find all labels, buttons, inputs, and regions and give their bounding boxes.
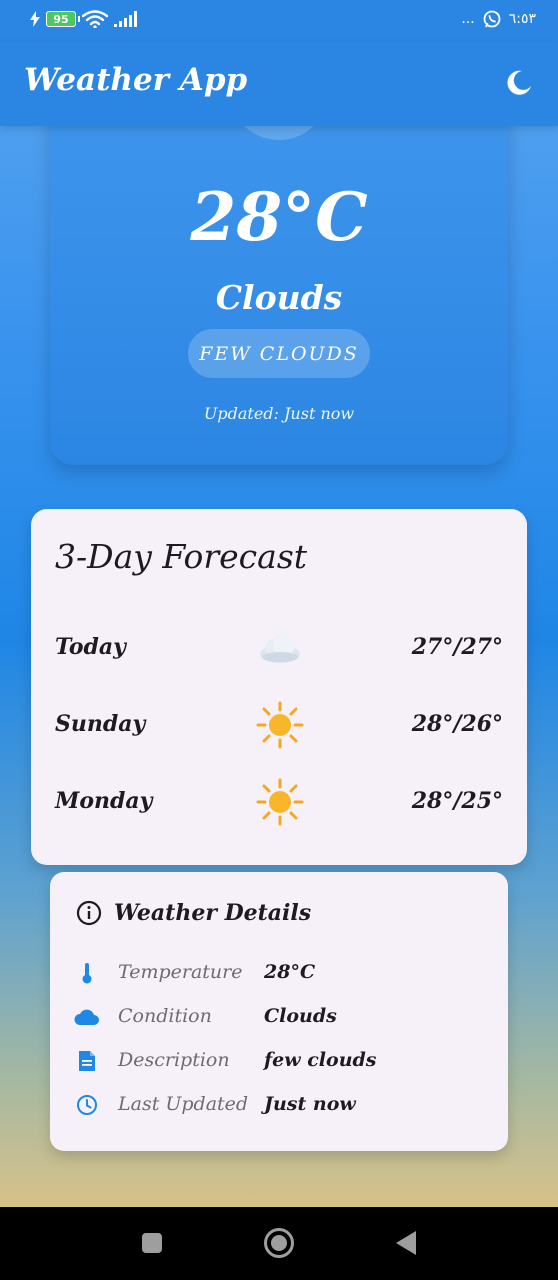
info-icon bbox=[76, 900, 102, 926]
detail-row-last-updated: Last Updated Just now bbox=[74, 1090, 494, 1120]
status-right: ... ٦:٥٣ bbox=[461, 10, 536, 28]
forecast-day: Today bbox=[55, 634, 126, 660]
recents-button[interactable] bbox=[134, 1225, 170, 1261]
condition-description: FEW CLOUDS bbox=[199, 342, 359, 365]
whatsapp-icon bbox=[483, 10, 501, 28]
cloud-icon bbox=[74, 1009, 99, 1025]
detail-label: Condition bbox=[118, 1005, 212, 1027]
current-weather-card: 28°C Clouds FEW CLOUDS Updated: Just now bbox=[50, 100, 508, 465]
cloud-icon-wrap bbox=[74, 1004, 100, 1030]
cloud-icon bbox=[260, 634, 300, 663]
detail-row-description: Description few clouds bbox=[74, 1046, 494, 1076]
detail-value: 28°C bbox=[264, 961, 316, 983]
current-condition: Clouds bbox=[215, 278, 343, 317]
detail-value: few clouds bbox=[264, 1049, 377, 1071]
detail-label: Temperature bbox=[118, 961, 243, 983]
condition-description-badge: FEW CLOUDS bbox=[188, 329, 370, 378]
forecast-row: Sunday 28°/26° bbox=[31, 697, 527, 753]
battery-indicator: 95 bbox=[46, 11, 80, 27]
status-time: ٦:٥٣ bbox=[508, 11, 536, 27]
more-notifications-icon: ... bbox=[461, 11, 475, 27]
forecast-card: 3-Day Forecast Today 27°/27° Sunday 28°/… bbox=[31, 509, 527, 865]
forecast-temps: 27°/27° bbox=[411, 634, 503, 660]
battery-level: 95 bbox=[53, 12, 69, 26]
forecast-title: 3-Day Forecast bbox=[55, 537, 308, 576]
document-icon bbox=[79, 1051, 95, 1071]
last-updated-text: Updated: Just now bbox=[203, 404, 355, 423]
forecast-row: Monday 28°/25° bbox=[31, 774, 527, 830]
document-icon-wrap bbox=[74, 1048, 100, 1074]
back-button[interactable] bbox=[388, 1225, 424, 1261]
details-header: Weather Details bbox=[76, 900, 311, 926]
weather-details-card: Weather Details Temperature 28°C Conditi… bbox=[50, 872, 508, 1151]
forecast-temps: 28°/25° bbox=[411, 788, 503, 814]
theme-toggle-button[interactable] bbox=[502, 66, 536, 100]
signal-icon bbox=[114, 11, 137, 27]
forecast-day: Sunday bbox=[55, 711, 146, 737]
back-triangle-icon bbox=[396, 1231, 416, 1255]
app-bar: Weather App bbox=[0, 42, 558, 126]
forecast-day: Monday bbox=[55, 788, 153, 814]
forecast-row: Today 27°/27° bbox=[31, 620, 527, 676]
system-navigation-bar bbox=[0, 1207, 558, 1280]
current-temperature: 28°C bbox=[190, 178, 368, 256]
detail-row-condition: Condition Clouds bbox=[74, 1002, 494, 1032]
sun-icon bbox=[256, 701, 304, 749]
wifi-icon bbox=[82, 10, 108, 28]
detail-label: Description bbox=[118, 1049, 230, 1071]
sun-icon bbox=[256, 778, 304, 826]
details-title: Weather Details bbox=[114, 900, 312, 926]
home-circle-icon bbox=[264, 1228, 294, 1258]
forecast-temps: 28°/26° bbox=[411, 711, 503, 737]
charging-icon bbox=[30, 11, 40, 27]
detail-value: Clouds bbox=[264, 1005, 337, 1027]
thermometer-icon-wrap bbox=[74, 960, 100, 986]
app-title: Weather App bbox=[24, 62, 248, 98]
thermometer-icon bbox=[82, 963, 92, 984]
detail-label: Last Updated bbox=[118, 1093, 249, 1115]
clock-icon-wrap bbox=[74, 1092, 100, 1118]
status-left: 95 bbox=[30, 10, 140, 28]
home-button[interactable] bbox=[261, 1225, 297, 1261]
detail-value: Just now bbox=[264, 1093, 356, 1115]
moon-icon bbox=[507, 70, 531, 95]
clock-icon bbox=[77, 1095, 97, 1115]
detail-row-temperature: Temperature 28°C bbox=[74, 958, 494, 988]
square-icon bbox=[142, 1233, 162, 1253]
status-bar: 95 ... ٦:٥٣ bbox=[0, 0, 558, 42]
